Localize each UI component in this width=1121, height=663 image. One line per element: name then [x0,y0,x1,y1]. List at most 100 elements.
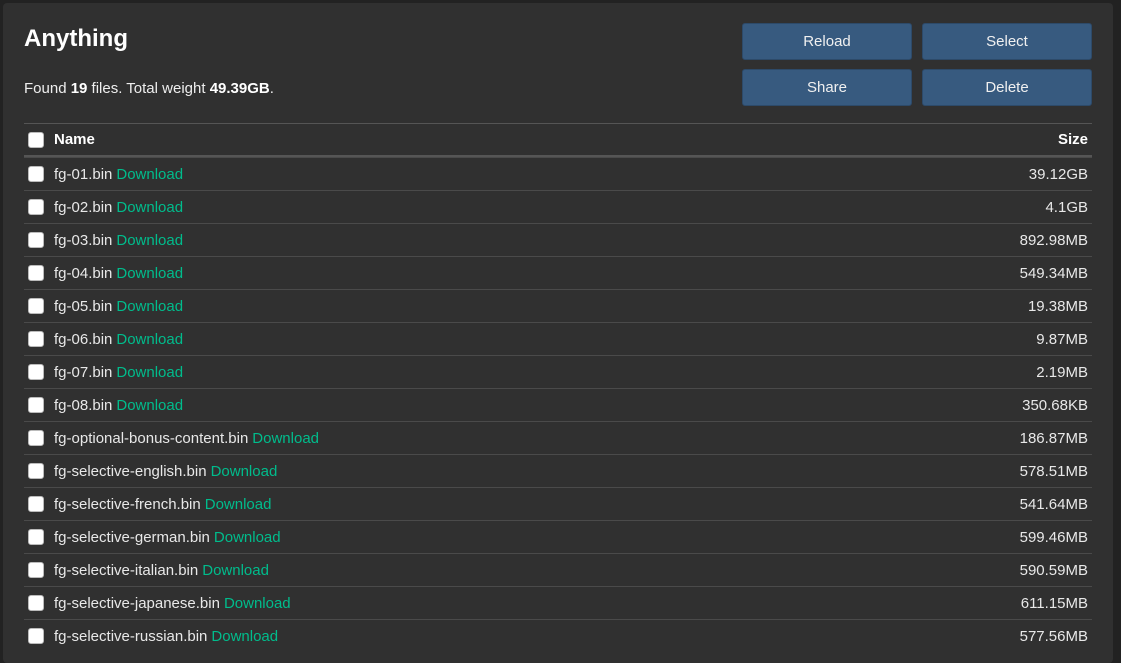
summary-middle: files. Total weight [87,80,210,97]
select-button[interactable]: Select [922,23,1092,60]
file-name: fg-optional-bonus-content.bin [54,429,249,447]
file-name: fg-08.bin [54,396,113,414]
file-size: 541.64MB [1019,495,1088,513]
share-button[interactable]: Share [742,69,912,106]
download-link[interactable]: Download [116,364,183,381]
file-name: fg-07.bin [54,363,113,381]
file-name-cell: fg-03.bin Download [54,232,1020,249]
file-size: 9.87MB [1036,330,1088,348]
file-size: 2.19MB [1036,363,1088,381]
table-row: fg-selective-italian.bin Download 590.59MB [24,553,1092,586]
file-name: fg-03.bin [54,231,113,249]
file-name-cell: fg-05.bin Download [54,298,1028,315]
file-checkbox[interactable] [28,232,44,248]
download-link[interactable]: Download [214,529,281,546]
file-name-cell: fg-selective-french.bin Download [54,496,1020,513]
file-checkbox[interactable] [28,397,44,413]
table-row: fg-selective-english.bin Download 578.51MB [24,454,1092,487]
file-name-cell: fg-06.bin Download [54,331,1036,348]
file-checkbox[interactable] [28,331,44,347]
reload-button[interactable]: Reload [742,23,912,60]
file-name: fg-04.bin [54,264,113,282]
file-checkbox[interactable] [28,595,44,611]
file-size: 577.56MB [1019,627,1088,645]
file-name: fg-selective-french.bin [54,495,201,513]
table-row: fg-05.bin Download 19.38MB [24,289,1092,322]
file-checkbox[interactable] [28,496,44,512]
download-link[interactable]: Download [116,232,183,249]
table-row: fg-selective-french.bin Download 541.64MB [24,487,1092,520]
download-link[interactable]: Download [116,298,183,315]
file-name: fg-selective-italian.bin [54,561,199,579]
file-size: 611.15MB [1020,594,1088,612]
total-weight: 49.39GB [209,80,270,97]
download-link[interactable]: Download [116,199,183,216]
file-count: 19 [70,80,88,97]
select-all-checkbox[interactable] [28,131,44,148]
table-header: Name Size [24,123,1092,157]
file-name-cell: fg-08.bin Download [54,397,1022,414]
table-row: fg-02.bin Download 4.1GB [24,190,1092,223]
file-size: 19.38MB [1027,297,1088,315]
file-name: fg-01.bin [54,165,113,183]
files-summary: Found 19 files. Total weight 49.39GB. [24,80,274,97]
file-name-cell: fg-01.bin Download [54,166,1029,183]
file-name-cell: fg-02.bin Download [54,199,1045,216]
file-name: fg-selective-german.bin [54,528,210,546]
page-title: Anything [24,25,128,52]
table-row: fg-01.bin Download 39.12GB [24,157,1092,190]
download-link[interactable]: Download [211,463,278,480]
files-table: Name Size fg-01.bin Download 39.12GB fg-02.… [24,123,1092,652]
download-link[interactable]: Download [252,430,319,447]
file-name-cell: fg-optional-bonus-content.bin Download [54,430,1020,447]
table-row: fg-03.bin Download 892.98MB [24,223,1092,256]
file-name-cell: fg-selective-italian.bin Download [54,562,1020,579]
file-size: 590.59MB [1019,561,1088,579]
file-checkbox[interactable] [28,298,44,314]
file-name-cell: fg-selective-russian.bin Download [54,628,1020,645]
download-link[interactable]: Download [116,331,183,348]
table-row: fg-optional-bonus-content.bin Download 186… [24,421,1092,454]
file-size: 549.34MB [1019,264,1088,282]
file-name: fg-selective-english.bin [54,462,207,480]
download-link[interactable]: Download [116,265,183,282]
file-name: fg-02.bin [54,198,113,216]
file-checkbox[interactable] [28,463,44,479]
file-name: fg-selective-russian.bin [54,627,208,645]
download-link[interactable]: Download [202,562,269,579]
table-body: fg-01.bin Download 39.12GB fg-02.bin Downloa… [24,157,1092,652]
file-checkbox[interactable] [28,166,44,182]
table-row: fg-06.bin Download 9.87MB [24,322,1092,355]
delete-button[interactable]: Delete [922,69,1092,106]
summary-suffix: . [269,80,274,97]
file-name: fg-06.bin [54,330,113,348]
download-link[interactable]: Download [205,496,272,513]
summary-prefix: Found [24,80,71,97]
file-checkbox[interactable] [28,430,44,446]
download-link[interactable]: Download [211,628,278,645]
file-checkbox[interactable] [28,199,44,215]
table-row: fg-07.bin Download 2.19MB [24,355,1092,388]
name-column-header: Name [54,131,95,148]
file-checkbox[interactable] [28,265,44,281]
file-name-cell: fg-selective-japanese.bin Download [54,595,1021,612]
file-size: 599.46MB [1019,528,1088,546]
file-size: 4.1GB [1045,198,1088,216]
file-name-cell: fg-selective-english.bin Download [54,463,1020,480]
table-row: fg-selective-russian.bin Download 577.56MB [24,619,1092,652]
table-row: fg-selective-german.bin Download 599.46MB [24,520,1092,553]
main-panel: Anything Found 19 files. Total weight 49… [3,3,1113,663]
file-checkbox[interactable] [28,529,44,545]
download-link[interactable]: Download [116,166,183,183]
file-checkbox[interactable] [28,364,44,380]
file-size: 350.68KB [1022,396,1088,414]
download-link[interactable]: Download [224,595,291,612]
file-checkbox[interactable] [28,562,44,578]
table-row: fg-selective-japanese.bin Download 611.15M… [24,586,1092,619]
download-link[interactable]: Download [116,397,183,414]
file-size: 186.87MB [1019,429,1088,447]
file-checkbox[interactable] [28,628,44,644]
file-size: 578.51MB [1019,462,1088,480]
file-size: 892.98MB [1019,231,1088,249]
size-column-header: Size [1057,131,1088,148]
